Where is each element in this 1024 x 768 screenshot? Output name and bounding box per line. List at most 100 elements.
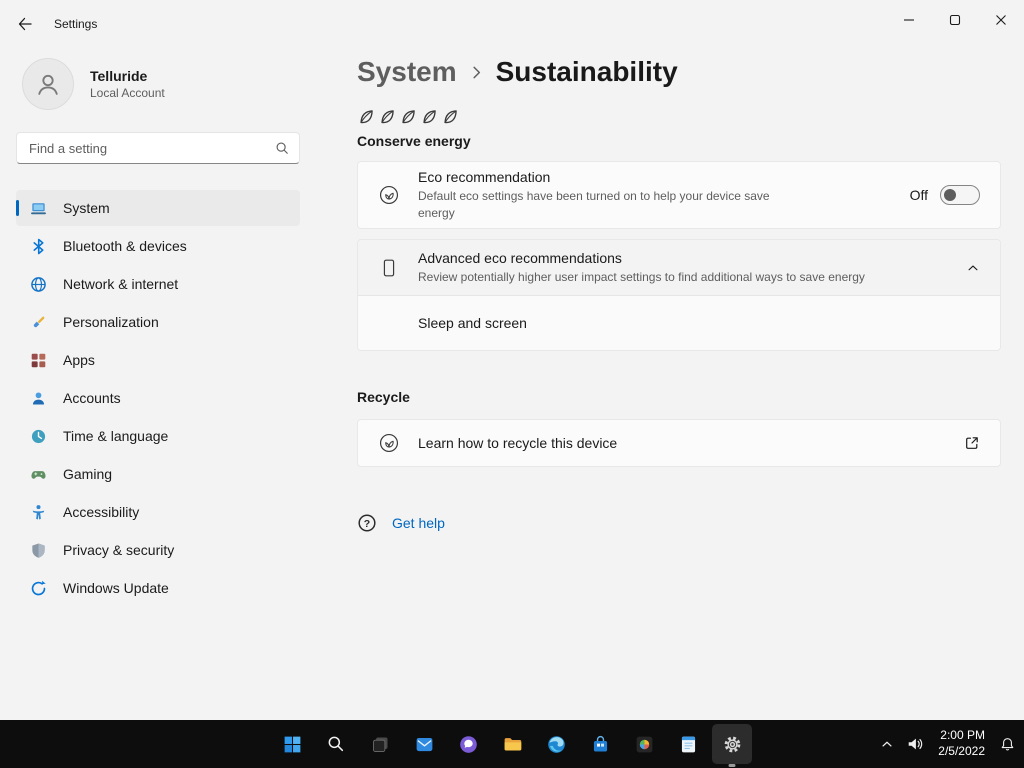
file-explorer-button[interactable] bbox=[492, 724, 532, 764]
sidebar-item-accessibility[interactable]: Accessibility bbox=[16, 494, 300, 530]
search-magnifier-icon bbox=[326, 734, 346, 754]
breadcrumb-system[interactable]: System bbox=[357, 56, 457, 88]
start-button[interactable] bbox=[272, 724, 312, 764]
advanced-eco-header[interactable]: Advanced eco recommendations Review pote… bbox=[358, 240, 1000, 297]
clock-date-button[interactable]: 2:00 PM 2/5/2022 bbox=[930, 728, 993, 759]
window-title: Settings bbox=[54, 17, 98, 31]
taskbar-search-button[interactable] bbox=[316, 724, 356, 764]
breadcrumb: System Sustainability bbox=[357, 56, 1001, 88]
notepad-icon bbox=[678, 734, 699, 755]
settings-gear-icon bbox=[722, 734, 743, 755]
edge-browser-button[interactable] bbox=[536, 724, 576, 764]
clock-icon bbox=[29, 427, 47, 445]
user-account-type: Local Account bbox=[90, 86, 165, 100]
accessibility-person-icon bbox=[29, 503, 47, 521]
get-help-link[interactable]: Get help bbox=[392, 515, 445, 531]
recycle-sprout-icon bbox=[378, 432, 400, 454]
window-controls bbox=[886, 0, 1024, 40]
sidebar-item-label: Privacy & security bbox=[63, 542, 175, 558]
chevron-up-icon[interactable] bbox=[966, 261, 980, 275]
task-view-icon bbox=[370, 734, 391, 755]
search-input[interactable] bbox=[29, 140, 275, 156]
page-title: Sustainability bbox=[495, 56, 678, 87]
search-box bbox=[16, 132, 300, 164]
apps-grid-icon bbox=[29, 351, 47, 369]
tray-overflow-button[interactable] bbox=[874, 724, 900, 764]
sidebar-item-gaming[interactable]: Gaming bbox=[16, 456, 300, 492]
volume-button[interactable] bbox=[900, 724, 930, 764]
advanced-eco-title: Advanced eco recommendations bbox=[418, 250, 622, 266]
get-help-icon: ? bbox=[357, 513, 377, 533]
sidebar-item-privacy-security[interactable]: Privacy & security bbox=[16, 532, 300, 568]
photos-app-button[interactable] bbox=[624, 724, 664, 764]
mail-icon bbox=[414, 734, 435, 755]
sidebar-item-personalization[interactable]: Personalization bbox=[16, 304, 300, 340]
leaf-icon bbox=[399, 108, 417, 126]
mail-app-button[interactable] bbox=[404, 724, 444, 764]
eco-recommendation-toggle[interactable] bbox=[940, 185, 980, 205]
sidebar-item-label: Time & language bbox=[63, 428, 169, 444]
advanced-eco-description: Review potentially higher user impact se… bbox=[418, 270, 865, 284]
titlebar: Settings bbox=[0, 0, 1024, 48]
sidebar-item-apps[interactable]: Apps bbox=[16, 342, 300, 378]
recycle-label: Recycle bbox=[357, 389, 410, 406]
system-laptop-icon bbox=[29, 199, 47, 217]
bluetooth-icon bbox=[29, 237, 47, 255]
sidebar-item-system[interactable]: System bbox=[16, 190, 300, 226]
volume-icon bbox=[906, 735, 924, 753]
minimize-button[interactable] bbox=[886, 0, 932, 40]
chat-app-button[interactable] bbox=[448, 724, 488, 764]
sidebar-item-windows-update[interactable]: Windows Update bbox=[16, 570, 300, 606]
svg-text:?: ? bbox=[364, 518, 370, 530]
settings-app-button[interactable] bbox=[712, 724, 752, 764]
sidebar-item-label: Network & internet bbox=[63, 276, 179, 292]
network-globe-icon bbox=[29, 275, 47, 293]
eco-recommendation-title: Eco recommendation bbox=[418, 169, 551, 186]
edge-icon bbox=[546, 734, 567, 755]
minimize-icon bbox=[903, 14, 915, 26]
back-button[interactable] bbox=[6, 7, 44, 41]
sleep-and-screen-item[interactable]: Sleep and screen bbox=[358, 296, 1000, 351]
taskbar: 2:00 PM 2/5/2022 bbox=[0, 720, 1024, 768]
sidebar-item-bluetooth-devices[interactable]: Bluetooth & devices bbox=[16, 228, 300, 264]
chevron-up-tray-icon bbox=[880, 737, 894, 751]
sidebar-item-time-language[interactable]: Time & language bbox=[16, 418, 300, 454]
windows-update-icon bbox=[29, 579, 47, 597]
recycle-link-title: Learn how to recycle this device bbox=[418, 435, 618, 452]
sidebar-nav: System Bluetooth & devices Network & int… bbox=[16, 190, 300, 606]
search-icon bbox=[275, 141, 289, 155]
close-icon bbox=[995, 14, 1007, 26]
maximize-button[interactable] bbox=[932, 0, 978, 40]
sidebar-item-label: Apps bbox=[63, 352, 95, 368]
settings-sidebar: Telluride Local Account System Bluetooth… bbox=[0, 48, 316, 720]
system-tray: 2:00 PM 2/5/2022 bbox=[874, 720, 1022, 768]
leaf-icon bbox=[420, 108, 438, 126]
conserve-energy-label: Conserve energy bbox=[357, 133, 471, 149]
folder-icon bbox=[502, 734, 523, 755]
sidebar-item-label: Accounts bbox=[63, 390, 121, 406]
external-link-icon bbox=[964, 435, 980, 451]
store-bag-icon bbox=[590, 734, 611, 755]
task-view-button[interactable] bbox=[360, 724, 400, 764]
sidebar-item-accounts[interactable]: Accounts bbox=[16, 380, 300, 416]
chat-bubble-icon bbox=[458, 734, 479, 755]
breadcrumb-chevron-icon bbox=[469, 65, 484, 80]
get-help-row: ? Get help bbox=[357, 513, 1001, 533]
notepad-app-button[interactable] bbox=[668, 724, 708, 764]
store-button[interactable] bbox=[580, 724, 620, 764]
sidebar-item-network-internet[interactable]: Network & internet bbox=[16, 266, 300, 302]
eco-leaf-row bbox=[357, 108, 1001, 126]
personalization-brush-icon bbox=[29, 313, 47, 331]
eco-sprout-icon bbox=[378, 184, 400, 206]
back-arrow-icon bbox=[17, 16, 33, 32]
close-button[interactable] bbox=[978, 0, 1024, 40]
leaf-icon bbox=[441, 108, 459, 126]
notification-center-button[interactable] bbox=[993, 724, 1022, 764]
user-account-row[interactable]: Telluride Local Account bbox=[16, 48, 300, 132]
avatar bbox=[22, 58, 74, 110]
tray-time: 2:00 PM bbox=[940, 728, 985, 743]
accounts-person-icon bbox=[29, 389, 47, 407]
sidebar-item-label: System bbox=[63, 200, 110, 216]
recycle-link-card[interactable]: Learn how to recycle this device bbox=[357, 419, 1001, 468]
photos-icon bbox=[634, 734, 655, 755]
